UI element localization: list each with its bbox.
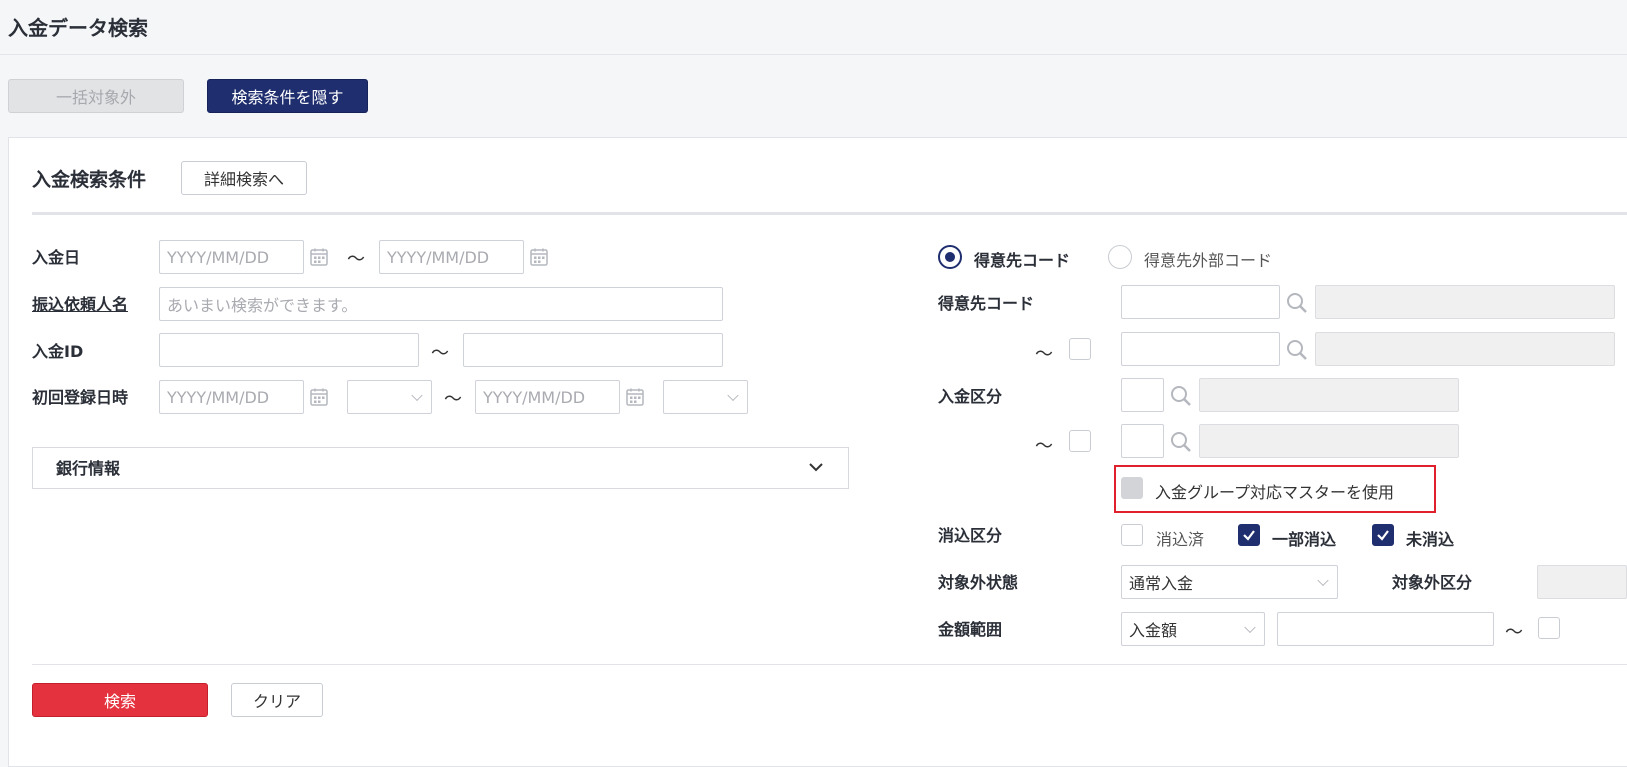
payer-name-label[interactable]: 振込依頼人名 [32,295,128,315]
deposit-category-name-display [1199,378,1459,412]
chevron-down-icon [727,389,739,402]
page-header [0,0,1627,55]
partial-reconciled-checkbox[interactable] [1238,524,1260,546]
page-title: 入金データ検索 [8,16,148,40]
calendar-icon[interactable] [309,247,329,267]
calendar-icon[interactable] [529,247,549,267]
first-registered-from-time-select[interactable] [347,380,432,414]
amount-type-select[interactable]: 入金額 [1121,612,1265,646]
search-icon[interactable] [1286,292,1308,314]
reconciled-checkbox[interactable] [1121,524,1143,546]
customer-name-to-display [1315,332,1615,366]
first-registered-from-input[interactable]: YYYY/MM/DD [159,380,304,414]
deposit-id-to-input[interactable] [463,333,723,367]
exclusion-status-select[interactable]: 通常入金 [1121,565,1338,599]
radio-customer-code-label: 得意先コード [974,251,1071,270]
search-button[interactable]: 検索 [32,683,208,717]
calendar-icon[interactable] [309,387,329,407]
customer-code-to-input[interactable] [1121,332,1280,366]
exclusion-category-select[interactable] [1537,565,1627,599]
deposit-date-to-input[interactable]: YYYY/MM/DD [379,240,524,274]
unreconciled-label: 未消込 [1406,530,1455,549]
deposit-category-name-to-display [1199,424,1459,458]
hide-conditions-button[interactable]: 検索条件を隠す [207,79,368,113]
section-divider [32,212,1627,215]
chevron-down-icon [1244,621,1256,634]
unreconciled-checkbox[interactable] [1372,524,1394,546]
search-icon[interactable] [1170,431,1192,453]
deposit-date-label: 入金日 [32,248,81,267]
range-tilde: 〜 [431,343,449,364]
reconciled-label: 消込済 [1156,530,1205,549]
radio-customer-code[interactable] [938,245,962,269]
search-icon[interactable] [1170,385,1192,407]
range-tilde: 〜 [1505,622,1523,643]
reconcile-label: 消込区分 [938,526,1003,545]
payer-name-input[interactable]: あいまい検索ができます。 [159,287,723,321]
range-tilde: 〜 [1035,344,1053,365]
radio-customer-external-code[interactable] [1108,245,1132,269]
deposit-id-from-input[interactable] [159,333,419,367]
section-title: 入金検索条件 [32,169,147,191]
deposit-date-from-input[interactable]: YYYY/MM/DD [159,240,304,274]
bank-info-label: 銀行情報 [56,459,121,478]
bulk-exclude-button[interactable]: 一括対象外 [8,79,184,113]
chevron-down-icon [1317,574,1329,587]
deposit-category-label: 入金区分 [938,387,1003,406]
deposit-category-to-checkbox[interactable] [1069,430,1091,452]
chevron-down-icon [809,463,823,472]
calendar-icon[interactable] [625,387,645,407]
exclusion-status-label: 対象外状態 [938,573,1019,592]
actions-divider [32,664,1627,665]
first-registered-to-time-select[interactable] [663,380,748,414]
check-icon [1377,530,1389,541]
amount-range-label: 金額範囲 [938,620,1003,639]
customer-name-display [1315,285,1615,319]
detail-search-button[interactable]: 詳細検索へ [181,161,307,195]
deposit-category-to-input[interactable] [1121,424,1164,458]
radio-customer-external-code-label: 得意先外部コード [1144,251,1273,270]
partial-reconciled-label: 一部消込 [1272,530,1337,549]
exclusion-category-label: 対象外区分 [1392,573,1473,592]
check-icon [1243,530,1255,541]
deposit-id-label: 入金ID [32,342,84,361]
chevron-down-icon [411,389,423,402]
customer-code-from-input[interactable] [1121,285,1280,319]
search-icon[interactable] [1286,339,1308,361]
first-registered-label: 初回登録日時 [32,388,129,407]
deposit-category-from-input[interactable] [1121,378,1164,412]
group-master-checkbox[interactable] [1121,477,1143,499]
range-tilde: 〜 [1035,436,1053,457]
first-registered-to-input[interactable]: YYYY/MM/DD [475,380,620,414]
clear-button[interactable]: クリア [231,683,323,717]
customer-code-label: 得意先コード [938,294,1035,313]
range-tilde: 〜 [444,389,462,410]
bank-info-accordion[interactable]: 銀行情報 [32,447,849,489]
customer-code-to-checkbox[interactable] [1069,338,1091,360]
amount-from-input[interactable] [1277,612,1494,646]
group-master-label: 入金グループ対応マスターを使用 [1155,483,1395,502]
range-tilde: 〜 [347,249,365,270]
amount-to-checkbox[interactable] [1538,617,1560,639]
